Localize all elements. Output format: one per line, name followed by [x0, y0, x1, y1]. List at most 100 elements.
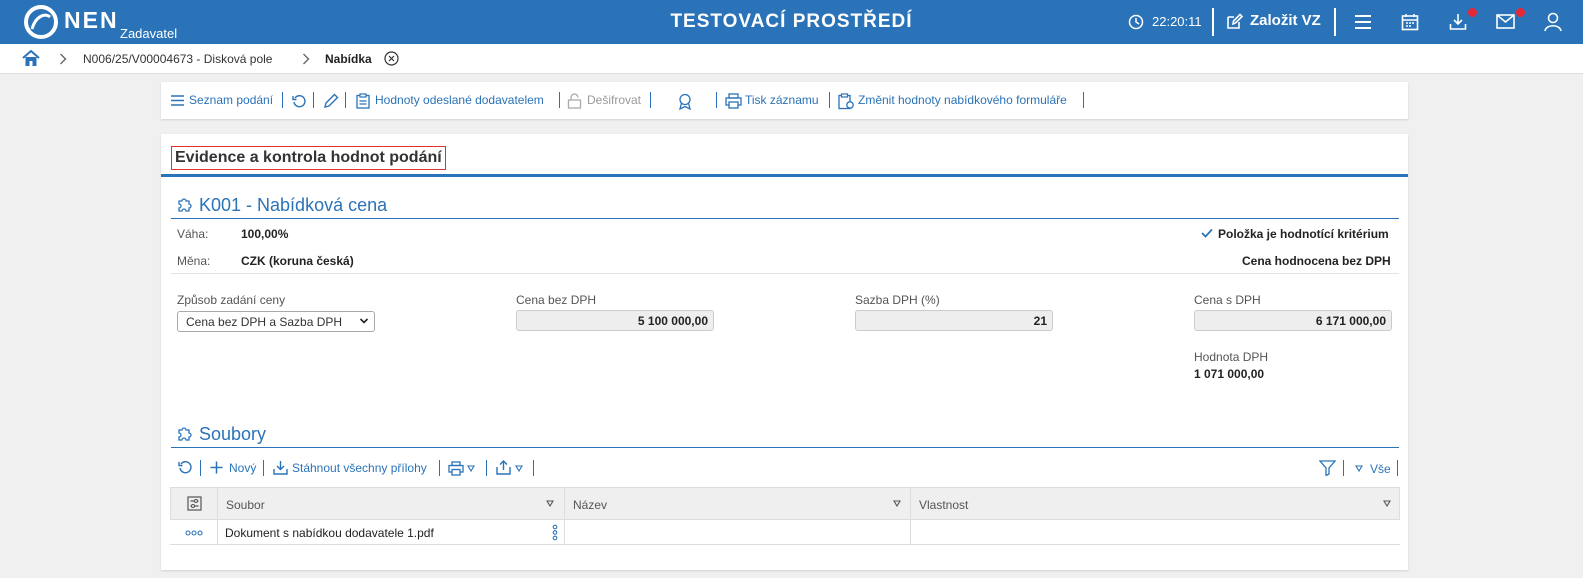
- print-record-button[interactable]: Tisk záznamu: [745, 93, 819, 107]
- breadcrumb-item-tender[interactable]: N006/25/V00004673 - Disková pole: [83, 52, 272, 66]
- checkmark-icon: [1201, 228, 1213, 238]
- printer-icon[interactable]: [448, 461, 464, 476]
- toolbar-divider: [829, 92, 830, 108]
- download-icon[interactable]: [1449, 13, 1467, 31]
- files-table-header: Soubor Název Vlastnost: [170, 487, 1400, 544]
- submissions-list-button[interactable]: Seznam podání: [189, 93, 273, 107]
- triangle-down-icon[interactable]: [515, 465, 523, 472]
- price-method-select[interactable]: Cena bez DPH a Sazba DPH: [177, 311, 375, 332]
- column-filter-icon[interactable]: [546, 500, 554, 507]
- environment-title: TESTOVACÍ PROSTŘEDÍ: [670, 11, 913, 32]
- pencil-icon[interactable]: [323, 93, 339, 109]
- create-tender-button[interactable]: Založit VZ: [1250, 12, 1321, 29]
- row-actions-icon[interactable]: [185, 530, 203, 536]
- price-method-value: Cena bez DPH a Sazba DPH: [186, 315, 343, 329]
- main-panel: Evidence a kontrola hodnot podání K001 -…: [161, 134, 1408, 570]
- menu-icon[interactable]: [1354, 13, 1372, 31]
- evaluation-basis: Cena hodnocena bez DPH: [1242, 254, 1391, 268]
- currency-value: CZK (koruna česká): [241, 254, 354, 268]
- toolbar-divider: [716, 92, 717, 108]
- vat-amount-value: 1 071 000,00: [1194, 367, 1265, 381]
- calendar-icon[interactable]: [1401, 13, 1419, 31]
- weight-value: 100,00%: [241, 227, 289, 241]
- chevron-down-icon: [359, 318, 369, 324]
- column-settings-icon[interactable]: [187, 496, 202, 511]
- triangle-down-icon[interactable]: [467, 465, 475, 472]
- award-icon[interactable]: [677, 93, 693, 110]
- vat-rate-field: 21: [855, 310, 1053, 331]
- notification-dot: [1516, 8, 1525, 17]
- price-method-label: Způsob zadání ceny: [177, 293, 286, 307]
- column-filter-icon[interactable]: [893, 500, 901, 507]
- session-clock: 22:20:11: [1152, 14, 1202, 29]
- unlock-icon: [567, 93, 582, 109]
- price-no-vat-field: 5 100 000,00: [516, 310, 714, 331]
- edit-icon[interactable]: [1225, 12, 1244, 31]
- clock-icon: [1128, 14, 1144, 30]
- nen-logo-icon[interactable]: [24, 5, 58, 39]
- chevron-right-icon: [303, 53, 310, 65]
- toolbar-divider: [1397, 460, 1398, 476]
- triangle-down-icon: [1355, 465, 1363, 472]
- chevron-right-icon: [60, 53, 67, 65]
- toolbar-divider: [345, 92, 346, 108]
- currency-label: Měna:: [177, 254, 211, 268]
- criterion-flag: Položka je hodnotící kritérium: [1218, 227, 1389, 241]
- file-name-cell[interactable]: Dokument s nabídkou dodavatele 1.pdf: [225, 526, 434, 540]
- criterion-title: K001 - Nabídková cena: [199, 195, 388, 215]
- toolbar-divider: [559, 92, 560, 108]
- refresh-icon[interactable]: [292, 94, 307, 109]
- list-icon: [171, 95, 184, 106]
- toolbar-divider: [200, 460, 201, 476]
- notification-dot: [1468, 8, 1477, 17]
- form-settings-icon: [838, 93, 854, 110]
- filter-icon[interactable]: [1319, 460, 1336, 476]
- refresh-icon[interactable]: [178, 460, 193, 475]
- user-icon[interactable]: [1544, 12, 1562, 32]
- toolbar-divider: [263, 460, 264, 476]
- files-title: Soubory: [199, 424, 267, 444]
- change-form-values-button[interactable]: Změnit hodnoty nabídkového formuláře: [858, 93, 1067, 107]
- toolbar-divider: [1343, 460, 1344, 476]
- sent-values-button[interactable]: Hodnoty odeslané dodavatelem: [375, 93, 544, 107]
- download-icon: [273, 461, 288, 475]
- puzzle-icon: [178, 427, 192, 441]
- mail-icon[interactable]: [1496, 14, 1515, 29]
- toolbar-divider: [650, 92, 651, 108]
- logo-subtitle: Zadavatel: [120, 26, 178, 41]
- toolbar-divider: [1083, 92, 1084, 108]
- filter-all-button[interactable]: Vše: [1370, 462, 1391, 476]
- toolbar-divider: [486, 460, 487, 476]
- price-no-vat-label: Cena bez DPH: [516, 293, 597, 307]
- top-bar: NEN Zadavatel TESTOVACÍ PROSTŘEDÍ 22:20:…: [0, 0, 1583, 44]
- divider: [171, 273, 1399, 274]
- column-header-nazev[interactable]: Název: [573, 498, 607, 512]
- breadcrumb: N006/25/V00004673 - Disková pole Nabídka: [0, 44, 1583, 74]
- price-vat-field: 6 171 000,00: [1194, 310, 1392, 331]
- plus-icon: [210, 461, 223, 474]
- action-toolbar: Seznam podání Hodnoty odeslané dodavatel…: [161, 82, 1408, 119]
- section-underline: [171, 447, 1399, 448]
- column-header-vlastnost[interactable]: Vlastnost: [919, 498, 968, 512]
- weight-label: Váha:: [177, 227, 209, 241]
- toolbar-divider: [282, 92, 283, 108]
- toolbar-divider: [439, 460, 440, 476]
- price-vat-label: Cena s DPH: [1194, 293, 1261, 307]
- export-icon[interactable]: [496, 460, 511, 475]
- vat-amount-label: Hodnota DPH: [1194, 350, 1269, 364]
- table-row[interactable]: Dokument s nabídkou dodavatele 1.pdf: [170, 520, 1400, 545]
- download-all-button[interactable]: Stáhnout všechny přílohy: [292, 461, 427, 475]
- home-icon[interactable]: [22, 50, 40, 67]
- page-title: Evidence a kontrola hodnot podání: [171, 146, 446, 170]
- column-header-soubor[interactable]: Soubor: [226, 498, 265, 512]
- breadcrumb-item-offer: Nabídka: [325, 52, 372, 66]
- column-filter-icon[interactable]: [1383, 500, 1391, 507]
- cell-menu-icon[interactable]: [552, 524, 558, 541]
- logo-text[interactable]: NEN: [64, 7, 119, 34]
- close-icon[interactable]: [384, 51, 399, 66]
- vat-rate-label: Sazba DPH (%): [855, 293, 940, 307]
- toolbar-divider: [533, 460, 534, 476]
- new-file-button[interactable]: Nový: [229, 461, 256, 475]
- decrypt-button[interactable]: Dešifrovat: [587, 93, 641, 107]
- toolbar-divider: [313, 92, 314, 108]
